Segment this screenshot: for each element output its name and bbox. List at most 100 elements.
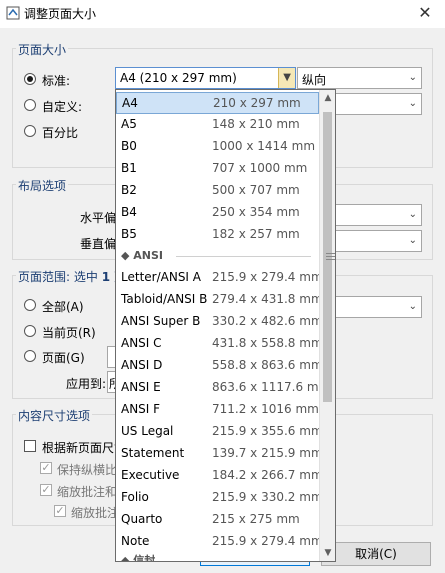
list-item-name: ANSI E (121, 380, 161, 394)
chevron-down-icon: ⌄ (408, 209, 417, 220)
list-item-name: Folio (121, 490, 149, 504)
list-item-size: 431.8 x 558.8 mm (212, 336, 323, 350)
content-size-group-title: 内容尺寸选项 (16, 407, 93, 424)
radio-percent-label: 百分比 (42, 126, 79, 140)
radio-standard[interactable] (24, 73, 36, 85)
list-item-name: ANSI D (121, 358, 163, 372)
list-item-name: ANSI F (121, 402, 161, 416)
list-item-name: ANSI Super B (121, 314, 201, 328)
list-item[interactable]: Tabloid/ANSI B 279.4 x 431.8 mm (116, 289, 323, 311)
list-item-size: 711.2 x 1016 mm (212, 402, 319, 416)
chevron-down-icon: ⌄ (408, 301, 417, 312)
list-item-name: ANSI C (121, 336, 162, 350)
list-item-size: 148 x 210 mm (212, 117, 300, 131)
list-item-size: 139.7 x 215.9 mm (212, 446, 323, 460)
list-item-size: 250 x 354 mm (212, 205, 300, 219)
list-item[interactable]: Executive 184.2 x 266.7 mm (116, 465, 323, 487)
list-item[interactable]: ANSI E 863.6 x 1117.6 mm (116, 377, 330, 399)
list-item[interactable]: ANSI F 711.2 x 1016 mm (116, 399, 319, 421)
scroll-down-icon[interactable]: ▼ (320, 545, 335, 561)
list-item-size: 500 x 707 mm (212, 183, 300, 197)
page-size-dropdown-list[interactable]: A4 210 x 297 mm A5 148 x 210 mm B0 1000 … (115, 89, 336, 562)
list-item-size: 215 x 275 mm (212, 512, 300, 526)
list-item-name: Letter/ANSI A (121, 270, 201, 284)
list-item-size: 215.9 x 279.4 mm (212, 270, 323, 284)
scroll-up-icon[interactable]: ▲ (320, 90, 335, 106)
list-item-size: 215.9 x 330.2 mm (212, 490, 323, 504)
list-item-size: 210 x 297 mm (213, 96, 301, 110)
vertical-offset-label: 垂直偏 (80, 237, 117, 251)
list-item-size: 558.8 x 863.6 mm (212, 358, 323, 372)
scale-annotations-sub-checkbox[interactable]: ✓ (54, 505, 66, 517)
radio-pages-label: 页面(G) (42, 351, 85, 365)
list-item[interactable]: ANSI C 431.8 x 558.8 mm (116, 333, 323, 355)
radio-current-page[interactable] (24, 325, 36, 337)
fit-to-page-checkbox[interactable] (24, 440, 36, 452)
radio-current-page-label: 当前页(R) (42, 326, 96, 340)
list-item[interactable]: A4 210 x 297 mm (116, 92, 319, 114)
list-item[interactable]: B0 1000 x 1414 mm (116, 136, 319, 158)
list-item-name: Quarto (121, 512, 163, 526)
section-divider (176, 256, 311, 257)
scrollbar-thumb[interactable] (323, 112, 335, 402)
page-size-select[interactable]: A4 (210 x 297 mm) ▼ (115, 67, 296, 89)
list-item[interactable]: B4 250 x 354 mm (116, 202, 319, 224)
thumb-grip (326, 253, 335, 254)
list-item-name: B1 (121, 161, 137, 175)
page-range-selected-count: 1 (101, 270, 111, 284)
list-item-size: 184.2 x 266.7 mm (212, 468, 323, 482)
list-item-size: 182 x 257 mm (212, 227, 300, 241)
list-item-size: 215.9 x 355.6 mm (212, 424, 323, 438)
list-item-size: 863.6 x 1117.6 mm (212, 380, 331, 394)
scale-annotations-sub-label: 缩放批注 (71, 506, 120, 520)
thumb-grip (326, 259, 335, 260)
page-size-group-title: 页面大小 (16, 41, 69, 58)
list-item[interactable]: B2 500 x 707 mm (116, 180, 319, 202)
keep-ratio-label: 保持纵横比 (57, 463, 118, 477)
thumb-grip (326, 256, 335, 257)
scale-annotations-label: 缩放批注和 (57, 485, 118, 499)
list-item[interactable]: B5 182 x 257 mm (116, 224, 319, 246)
radio-all[interactable] (24, 299, 36, 311)
radio-percent[interactable] (24, 125, 36, 137)
dropdown-scrollbar[interactable]: ▲ ▼ (319, 90, 335, 561)
page-range-group-title: 页面范围: 选中 1 页 (16, 268, 128, 285)
keep-ratio-checkbox[interactable]: ✓ (40, 462, 52, 474)
cancel-button[interactable]: 取消(C) (321, 542, 431, 566)
list-item-name: B2 (121, 183, 137, 197)
page-size-select-value: A4 (210 x 297 mm) (120, 71, 237, 85)
list-item-name: Note (121, 534, 150, 548)
chevron-down-icon: ⌄ (408, 98, 417, 109)
list-item-name: Tabloid/ANSI B (121, 292, 208, 306)
list-item[interactable]: Statement 139.7 x 215.9 mm (116, 443, 323, 465)
list-item[interactable]: ANSI Super B 330.2 x 482.6 mm (116, 311, 323, 333)
list-item-name: Statement (121, 446, 185, 460)
list-item-size: 1000 x 1414 mm (212, 139, 316, 153)
list-item-size: 330.2 x 482.6 mm (212, 314, 323, 328)
orientation-select[interactable]: 纵向 ⌄ (297, 67, 422, 89)
list-item-size: 215.9 x 279.4 mm (212, 534, 323, 548)
list-item[interactable]: US Legal 215.9 x 355.6 mm (116, 421, 323, 443)
list-item[interactable]: A5 148 x 210 mm (116, 114, 319, 136)
list-item[interactable]: Note 215.9 x 279.4 mm (116, 531, 323, 553)
envelope-section-header: ◆ 信封 (121, 554, 156, 562)
radio-pages[interactable] (24, 350, 36, 362)
chevron-down-icon: ⌄ (408, 72, 417, 83)
scale-annotations-checkbox[interactable]: ✓ (40, 484, 52, 496)
list-item[interactable]: Letter/ANSI A 215.9 x 279.4 mm (116, 267, 323, 289)
chevron-down-icon: ⌄ (408, 235, 417, 246)
list-item[interactable]: ANSI D 558.8 x 863.6 mm (116, 355, 323, 377)
list-item[interactable]: Folio 215.9 x 330.2 mm (116, 487, 323, 509)
list-item-name: Executive (121, 468, 180, 482)
list-item-size: 707 x 1000 mm (212, 161, 308, 175)
app-icon (6, 6, 20, 20)
radio-custom[interactable] (24, 99, 36, 111)
list-item-name: A4 (122, 96, 138, 110)
list-item[interactable]: B1 707 x 1000 mm (116, 158, 319, 180)
list-item-name: B0 (121, 139, 137, 153)
close-button[interactable]: ✕ (410, 2, 440, 24)
fit-to-page-label: 根据新页面尺寸 (42, 441, 127, 455)
list-item-size: 279.4 x 431.8 mm (212, 292, 323, 306)
list-item[interactable]: Quarto 215 x 275 mm (116, 509, 319, 531)
list-item-name: US Legal (121, 424, 174, 438)
